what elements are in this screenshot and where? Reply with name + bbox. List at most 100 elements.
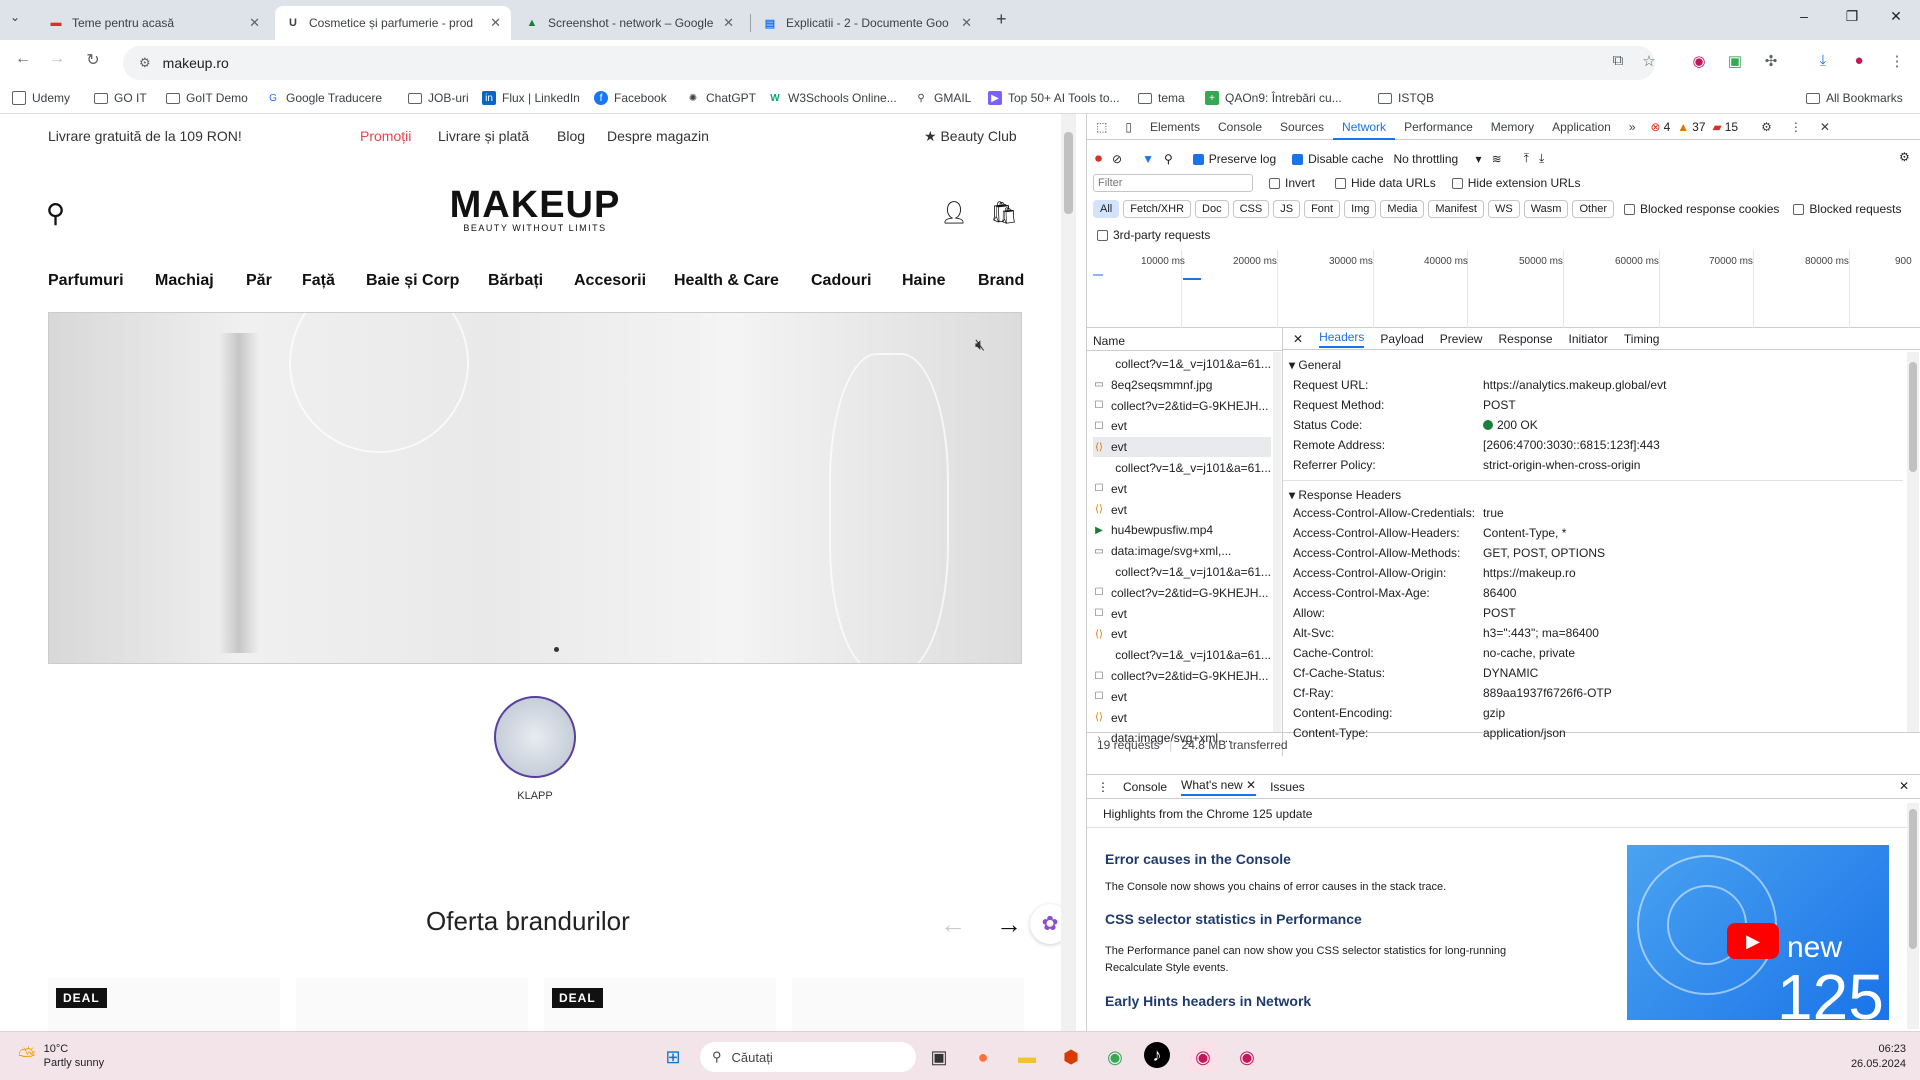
mute-icon[interactable]: 🔇︎ — [975, 337, 985, 355]
request-row[interactable]: ▶ hu4bewpusfiw.mp4 — [1093, 520, 1271, 540]
inspect-icon[interactable]: ⬚ — [1087, 114, 1116, 140]
toplink-despre[interactable]: Despre magazin — [607, 128, 709, 144]
tab-preview[interactable]: Preview — [1440, 332, 1483, 346]
account-icon[interactable]: 👤︎ — [940, 200, 968, 226]
scrollbar-thumb[interactable] — [1064, 132, 1073, 214]
menu-parfumuri[interactable]: Parfumuri — [48, 272, 124, 290]
tab-docs[interactable]: ▤ Explicatii - 2 - Documente Goo ✕ — [752, 6, 982, 40]
tab-memory[interactable]: Memory — [1482, 114, 1543, 140]
third-party-checkbox[interactable] — [1097, 229, 1108, 241]
search-icon[interactable]: ⚲ — [46, 198, 65, 229]
all-bookmarks[interactable]: All Bookmarks — [1806, 91, 1903, 105]
restore-button[interactable]: ❐ — [1832, 8, 1872, 25]
header-value[interactable]: h3=":443"; ma=86400 — [1483, 626, 1599, 640]
filter-css[interactable]: CSS — [1232, 200, 1270, 218]
request-row[interactable]: collect?v=1&_v=j101&a=61... — [1093, 354, 1271, 374]
error-count[interactable]: 4 — [1664, 120, 1671, 134]
bookmark-jobs[interactable]: JOB-uri — [408, 91, 469, 105]
beauty-club-link[interactable]: ★ Beauty Club — [924, 128, 1017, 145]
preserve-log-checkbox[interactable] — [1192, 153, 1204, 165]
throttling-select[interactable]: No throttling ▾ — [1394, 152, 1482, 166]
request-row[interactable]: ⟨⟩ evt — [1093, 708, 1271, 728]
extension-color-icon[interactable]: ◉ — [1688, 52, 1710, 70]
blocked-cookies-checkbox[interactable] — [1623, 204, 1635, 216]
settings-gear-icon[interactable]: ⚙ — [1752, 114, 1781, 140]
bookmark-gmail[interactable]: ⚲ GMAIL — [914, 91, 971, 105]
filter-input[interactable] — [1093, 174, 1253, 192]
tab-classroom[interactable]: ▬ Teme pentru acasă ✕ — [38, 6, 270, 40]
menu-cadouri[interactable]: Cadouri — [811, 272, 871, 290]
issues-count[interactable]: 15 — [1725, 120, 1738, 134]
site-info-icon[interactable]: ⚙ — [139, 55, 151, 71]
menu-health-care[interactable]: Health & Care — [674, 272, 779, 290]
request-row[interactable]: ▭ 8eq2seqsmmnf.jpg — [1093, 375, 1271, 395]
request-row[interactable]: ☐ collect?v=2&tid=G-9KHEJH... — [1093, 583, 1271, 603]
drawer-tab-whats-new[interactable]: What's new ✕ — [1181, 778, 1257, 796]
filter-all[interactable]: All — [1093, 200, 1120, 218]
filter-wasm[interactable]: Wasm — [1523, 200, 1569, 218]
request-row[interactable]: ☐ evt — [1093, 604, 1271, 624]
whats-new-title[interactable]: Early Hints headers in Network — [1105, 993, 1311, 1009]
close-icon[interactable]: ✕ — [723, 15, 734, 31]
header-value[interactable]: POST — [1483, 398, 1516, 412]
bookmark-udemy[interactable]: Udemy — [12, 91, 70, 105]
drawer-tab-issues[interactable]: Issues — [1270, 780, 1305, 794]
header-value[interactable]: application/json — [1483, 726, 1566, 740]
file-explorer-icon[interactable]: ▬ — [1012, 1042, 1042, 1072]
bookmark-ai-tools[interactable]: ▶ Top 50+ AI Tools to... — [988, 91, 1120, 105]
drawer-tab-console[interactable]: Console — [1123, 780, 1167, 794]
disable-cache-checkbox[interactable] — [1292, 153, 1304, 165]
more-tabs-icon[interactable]: » — [1620, 114, 1645, 140]
close-devtools-icon[interactable]: ✕ — [1811, 114, 1839, 140]
clock[interactable]: 06:23 26.05.2024 — [1830, 1042, 1906, 1072]
network-settings-icon[interactable]: ⚙ — [1899, 150, 1910, 164]
warning-count[interactable]: 37 — [1692, 120, 1705, 134]
whats-new-title[interactable]: CSS selector statistics in Performance — [1105, 911, 1362, 927]
devtools-menu-icon[interactable]: ⋮ — [1781, 114, 1811, 140]
install-icon[interactable]: ⧉ — [1607, 52, 1629, 69]
product-card[interactable] — [296, 978, 528, 1031]
response-headers-section-header[interactable]: ▾ Response Headers — [1289, 488, 1401, 502]
request-row[interactable]: collect?v=1&_v=j101&a=61... — [1093, 562, 1271, 582]
clear-icon[interactable]: ⊘ — [1112, 152, 1122, 166]
tab-console[interactable]: Console — [1209, 114, 1271, 140]
office-icon[interactable]: ⬢ — [1056, 1042, 1086, 1072]
tab-initiator[interactable]: Initiator — [1569, 332, 1608, 346]
tab-elements[interactable]: Elements — [1141, 114, 1209, 140]
reload-icon[interactable]: ↻ — [80, 50, 106, 70]
hide-ext-urls-checkbox[interactable] — [1451, 178, 1463, 190]
tab-search-button[interactable]: ⌄ — [10, 10, 20, 24]
header-value[interactable]: https://analytics.makeup.global/evt — [1483, 378, 1666, 392]
bookmark-tema[interactable]: tema — [1138, 91, 1185, 105]
start-menu-icon[interactable]: ⊞ — [658, 1042, 688, 1072]
close-details-icon[interactable]: ✕ — [1293, 332, 1303, 346]
close-icon[interactable]: ✕ — [249, 15, 260, 31]
invert-checkbox[interactable] — [1269, 178, 1280, 190]
bookmark-qaon9[interactable]: + QAOn9: Întrebări cu... — [1205, 91, 1342, 105]
close-drawer-icon[interactable]: ✕ — [1899, 779, 1909, 793]
taskbar-search[interactable]: ⚲ Căutați — [700, 1042, 916, 1072]
header-value[interactable]: [2606:4700:3030::6815:123f]:443 — [1483, 438, 1660, 452]
import-har-icon[interactable]: ⤒ — [1524, 151, 1529, 166]
toplink-promotii[interactable]: Promoții — [360, 128, 411, 144]
bookmark-chatgpt[interactable]: ✺ ChatGPT — [686, 91, 756, 105]
request-row[interactable]: collect?v=1&_v=j101&a=61... — [1093, 458, 1271, 478]
header-value[interactable]: true — [1483, 506, 1504, 520]
menu-dots-icon[interactable]: ⋮ — [1886, 52, 1908, 70]
new-tab-button[interactable]: + — [996, 9, 1007, 30]
tab-response[interactable]: Response — [1498, 332, 1552, 346]
cart-icon[interactable]: 🛍︎ — [990, 200, 1018, 226]
header-value[interactable]: https://makeup.ro — [1483, 566, 1576, 580]
bookmark-istqb[interactable]: ISTQB — [1378, 91, 1434, 105]
menu-machiaj[interactable]: Machiaj — [155, 272, 214, 290]
filter-font[interactable]: Font — [1304, 200, 1341, 218]
header-value[interactable]: 86400 — [1483, 586, 1516, 600]
toplink-blog[interactable]: Blog — [557, 128, 585, 144]
filter-fetch-xhr[interactable]: Fetch/XHR — [1123, 200, 1192, 218]
whats-new-title[interactable]: Error causes in the Console — [1105, 851, 1291, 867]
record-icon[interactable]: ⏺ — [1095, 150, 1102, 167]
filter-media[interactable]: Media — [1380, 200, 1425, 218]
menu-brand[interactable]: Brand — [978, 272, 1024, 290]
header-value[interactable]: GET, POST, OPTIONS — [1483, 546, 1605, 560]
minimize-button[interactable]: – — [1784, 8, 1824, 24]
